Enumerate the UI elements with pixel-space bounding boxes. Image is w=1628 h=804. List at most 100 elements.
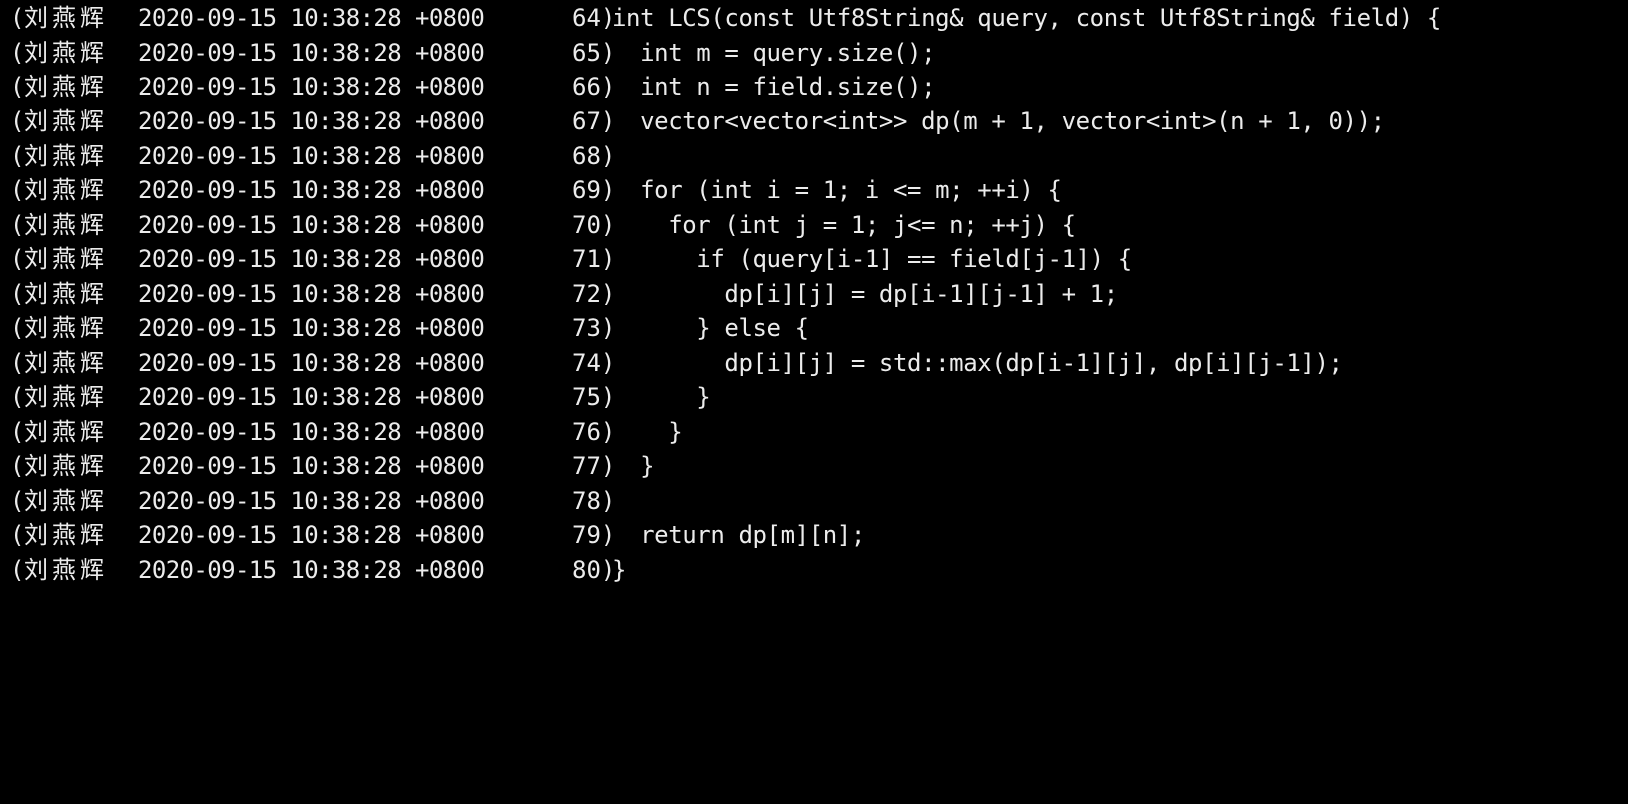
blame-timestamp: 2020-09-15 10:38:28 +0800: [138, 521, 485, 549]
blame-timestamp: 2020-09-15 10:38:28 +0800: [138, 39, 485, 67]
blame-line: ( 刘燕辉 2020-09-15 10:38:28 +0800 70) for …: [0, 207, 1076, 243]
blame-timestamp: 2020-09-15 10:38:28 +0800: [138, 176, 485, 204]
blame-open-paren: (: [10, 211, 25, 239]
blame-timestamp: 2020-09-15 10:38:28 +0800: [138, 418, 485, 446]
blame-line: ( 刘燕辉 2020-09-15 10:38:28 +0800 74) dp[i…: [0, 345, 1343, 381]
blame-open-paren: (: [10, 487, 25, 515]
blame-open-paren: (: [10, 314, 25, 342]
blame-timestamp: 2020-09-15 10:38:28 +0800: [138, 107, 485, 135]
blame-author: 刘燕辉: [24, 107, 108, 135]
blame-author: 刘燕辉: [24, 73, 108, 101]
blame-timestamp: 2020-09-15 10:38:28 +0800: [138, 452, 485, 480]
blame-line: ( 刘燕辉 2020-09-15 10:38:28 +0800 79) retu…: [0, 517, 865, 553]
blame-line-number: 68): [572, 142, 616, 170]
blame-author: 刘燕辉: [24, 211, 108, 239]
blame-line-number: 66): [572, 73, 616, 101]
blame-timestamp: 2020-09-15 10:38:28 +0800: [138, 211, 485, 239]
blame-line-number: 80): [572, 556, 616, 584]
blame-author: 刘燕辉: [24, 521, 108, 549]
blame-open-paren: (: [10, 107, 25, 135]
blame-code: }: [612, 418, 683, 446]
blame-code: int m = query.size();: [612, 39, 936, 67]
blame-line-number: 69): [572, 176, 616, 204]
blame-line-number: 72): [572, 280, 616, 308]
blame-author: 刘燕辉: [24, 314, 108, 342]
blame-line: ( 刘燕辉 2020-09-15 10:38:28 +0800 64) int …: [0, 0, 1441, 36]
blame-code: }: [612, 452, 655, 480]
blame-author: 刘燕辉: [24, 176, 108, 204]
blame-line: ( 刘燕辉 2020-09-15 10:38:28 +0800 66) int …: [0, 69, 936, 105]
blame-author: 刘燕辉: [24, 280, 108, 308]
blame-author: 刘燕辉: [24, 383, 108, 411]
terminal-window[interactable]: ( 刘燕辉 2020-09-15 10:38:28 +0800 64) int …: [0, 0, 1628, 612]
blame-code: }: [612, 556, 627, 584]
blame-author: 刘燕辉: [24, 142, 108, 170]
blame-timestamp: 2020-09-15 10:38:28 +0800: [138, 4, 485, 32]
blame-open-paren: (: [10, 280, 25, 308]
blame-line: ( 刘燕辉 2020-09-15 10:38:28 +0800 65) int …: [0, 35, 936, 71]
blame-open-paren: (: [10, 521, 25, 549]
blame-line: ( 刘燕辉 2020-09-15 10:38:28 +0800 80) }: [0, 552, 626, 588]
blame-line: ( 刘燕辉 2020-09-15 10:38:28 +0800 76) }: [0, 414, 683, 450]
blame-line-number: 78): [572, 487, 616, 515]
blame-open-paren: (: [10, 39, 25, 67]
blame-line: ( 刘燕辉 2020-09-15 10:38:28 +0800 68): [0, 138, 615, 174]
blame-author: 刘燕辉: [24, 245, 108, 273]
blame-author: 刘燕辉: [24, 418, 108, 446]
blame-line-number: 71): [572, 245, 616, 273]
blame-line-number: 77): [572, 452, 616, 480]
blame-open-paren: (: [10, 4, 25, 32]
blame-timestamp: 2020-09-15 10:38:28 +0800: [138, 314, 485, 342]
blame-code: if (query[i-1] == field[j-1]) {: [612, 245, 1132, 273]
blame-line: ( 刘燕辉 2020-09-15 10:38:28 +0800 69) for …: [0, 172, 1062, 208]
blame-code: int n = field.size();: [612, 73, 936, 101]
blame-open-paren: (: [10, 176, 25, 204]
blame-line-number: 75): [572, 383, 616, 411]
blame-timestamp: 2020-09-15 10:38:28 +0800: [138, 383, 485, 411]
blame-author: 刘燕辉: [24, 349, 108, 377]
blame-open-paren: (: [10, 142, 25, 170]
blame-line: ( 刘燕辉 2020-09-15 10:38:28 +0800 67) vect…: [0, 103, 1385, 139]
blame-timestamp: 2020-09-15 10:38:28 +0800: [138, 349, 485, 377]
blame-open-paren: (: [10, 245, 25, 273]
blame-code: }: [612, 383, 711, 411]
blame-line-number: 65): [572, 39, 616, 67]
blame-code: int LCS(const Utf8String& query, const U…: [612, 4, 1441, 32]
blame-open-paren: (: [10, 383, 25, 411]
blame-line-number: 70): [572, 211, 616, 239]
blame-line: ( 刘燕辉 2020-09-15 10:38:28 +0800 77) }: [0, 448, 655, 484]
blame-line-number: 67): [572, 107, 616, 135]
blame-line-number: 73): [572, 314, 616, 342]
blame-line-number: 74): [572, 349, 616, 377]
blame-timestamp: 2020-09-15 10:38:28 +0800: [138, 280, 485, 308]
blame-open-paren: (: [10, 556, 25, 584]
blame-code: return dp[m][n];: [612, 521, 865, 549]
blame-open-paren: (: [10, 349, 25, 377]
blame-line: ( 刘燕辉 2020-09-15 10:38:28 +0800 78): [0, 483, 615, 519]
blame-code: for (int i = 1; i <= m; ++i) {: [612, 176, 1062, 204]
blame-timestamp: 2020-09-15 10:38:28 +0800: [138, 487, 485, 515]
blame-timestamp: 2020-09-15 10:38:28 +0800: [138, 142, 485, 170]
blame-line-number: 79): [572, 521, 616, 549]
blame-code: dp[i][j] = std::max(dp[i-1][j], dp[i][j-…: [612, 349, 1343, 377]
blame-author: 刘燕辉: [24, 487, 108, 515]
blame-line-number: 76): [572, 418, 616, 446]
blame-line: ( 刘燕辉 2020-09-15 10:38:28 +0800 73) } el…: [0, 310, 809, 346]
blame-line: ( 刘燕辉 2020-09-15 10:38:28 +0800 72) dp[i…: [0, 276, 1118, 312]
blame-timestamp: 2020-09-15 10:38:28 +0800: [138, 556, 485, 584]
blame-author: 刘燕辉: [24, 556, 108, 584]
blame-code: vector<vector<int>> dp(m + 1, vector<int…: [612, 107, 1385, 135]
blame-open-paren: (: [10, 452, 25, 480]
blame-open-paren: (: [10, 418, 25, 446]
blame-author: 刘燕辉: [24, 39, 108, 67]
blame-open-paren: (: [10, 73, 25, 101]
blame-timestamp: 2020-09-15 10:38:28 +0800: [138, 245, 485, 273]
blame-line: ( 刘燕辉 2020-09-15 10:38:28 +0800 75) }: [0, 379, 711, 415]
blame-code: } else {: [612, 314, 809, 342]
blame-author: 刘燕辉: [24, 4, 108, 32]
blame-timestamp: 2020-09-15 10:38:28 +0800: [138, 73, 485, 101]
blame-code: dp[i][j] = dp[i-1][j-1] + 1;: [612, 280, 1118, 308]
blame-author: 刘燕辉: [24, 452, 108, 480]
blame-code: for (int j = 1; j<= n; ++j) {: [612, 211, 1076, 239]
blame-line-number: 64): [572, 4, 616, 32]
